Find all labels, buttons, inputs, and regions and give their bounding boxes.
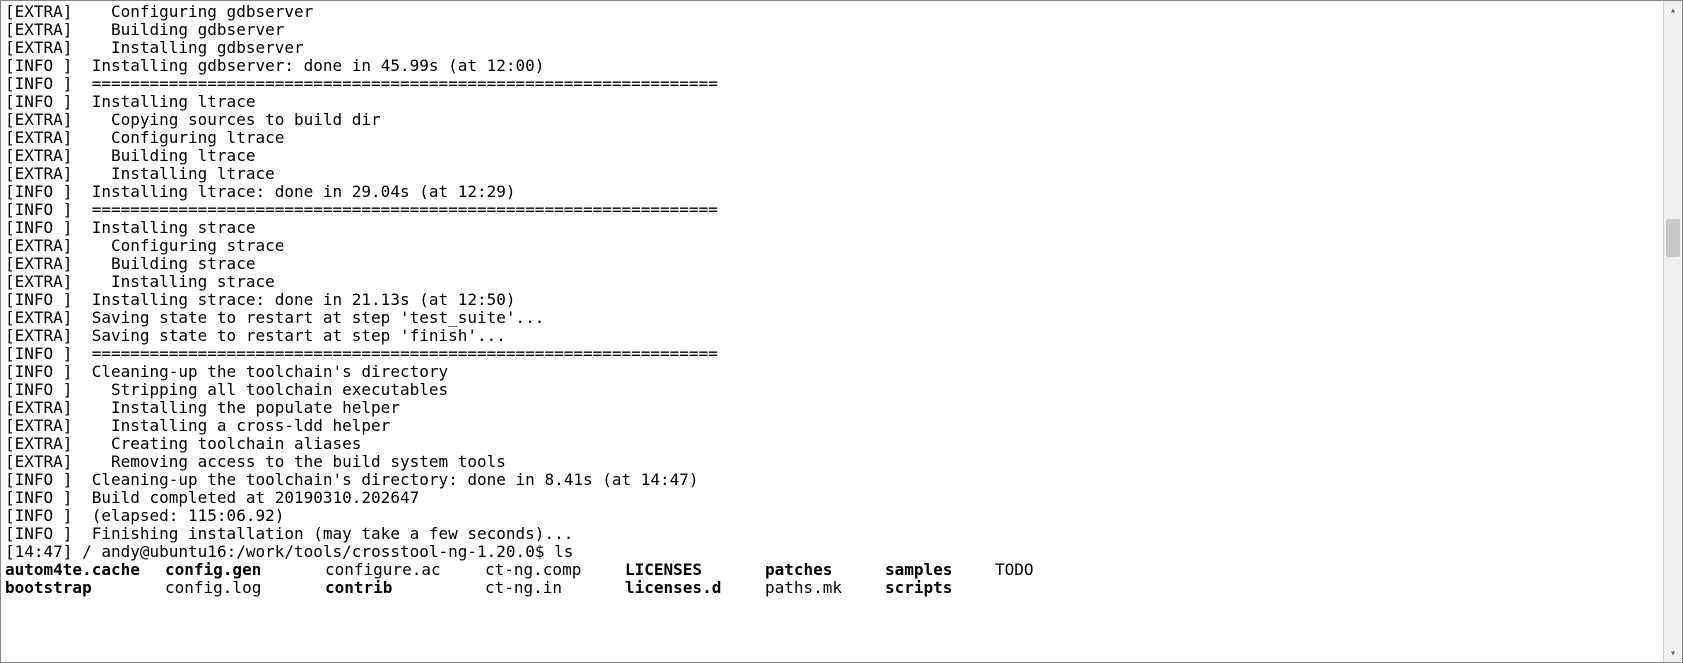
log-line: [EXTRA] Saving state to restart at step … <box>5 309 1660 327</box>
ls-entry: samples <box>885 561 995 579</box>
ls-entry: paths.mk <box>765 579 885 597</box>
shell-prompt[interactable]: [14:47] / andy@ubuntu16:/work/tools/cros… <box>5 543 1660 561</box>
ls-entry: scripts <box>885 579 995 597</box>
ls-entry: ct-ng.in <box>485 579 625 597</box>
log-line: [INFO ] Installing ltrace <box>5 93 1660 111</box>
log-line: [INFO ] Cleaning-up the toolchain's dire… <box>5 471 1660 489</box>
ls-entry: config.gen <box>165 561 325 579</box>
ls-entry: TODO <box>995 561 1075 579</box>
ls-entry: bootstrap <box>5 579 165 597</box>
scroll-up-arrow-icon[interactable]: ▴ <box>1664 1 1682 19</box>
log-line: [EXTRA] Copying sources to build dir <box>5 111 1660 129</box>
prompt-time-tag: [14:47] <box>5 542 72 561</box>
terminal-output[interactable]: [EXTRA] Configuring gdbserver[EXTRA] Bui… <box>1 1 1664 662</box>
scrollbar-thumb[interactable] <box>1666 219 1680 257</box>
prompt-user-host-path: andy@ubuntu16:/work/tools/crosstool-ng-1… <box>101 542 544 561</box>
log-line: [INFO ] Installing strace <box>5 219 1660 237</box>
log-line: [INFO ] (elapsed: 115:06.92) <box>5 507 1660 525</box>
ls-entry: autom4te.cache <box>5 561 165 579</box>
ls-entry: patches <box>765 561 885 579</box>
log-line: [EXTRA] Saving state to restart at step … <box>5 327 1660 345</box>
log-line: [EXTRA] Configuring ltrace <box>5 129 1660 147</box>
ls-entry: licenses.d <box>625 579 765 597</box>
ls-entry: configure.ac <box>325 561 485 579</box>
log-line: [EXTRA] Installing gdbserver <box>5 39 1660 57</box>
log-line: [EXTRA] Creating toolchain aliases <box>5 435 1660 453</box>
ls-entry <box>995 579 1075 597</box>
log-line: [INFO ] ================================… <box>5 75 1660 93</box>
log-line: [INFO ] Installing gdbserver: done in 45… <box>5 57 1660 75</box>
log-line: [INFO ] Build completed at 20190310.2026… <box>5 489 1660 507</box>
log-line: [EXTRA] Configuring strace <box>5 237 1660 255</box>
log-line: [INFO ] Installing strace: done in 21.13… <box>5 291 1660 309</box>
ls-output-row: bootstrapconfig.logcontribct-ng.inlicens… <box>5 579 1660 597</box>
terminal-window: [EXTRA] Configuring gdbserver[EXTRA] Bui… <box>0 0 1683 663</box>
ls-entry: config.log <box>165 579 325 597</box>
log-line: [INFO ] ================================… <box>5 345 1660 363</box>
log-line: [INFO ] Stripping all toolchain executab… <box>5 381 1660 399</box>
log-line: [EXTRA] Installing the populate helper <box>5 399 1660 417</box>
ls-output-row: autom4te.cacheconfig.genconfigure.acct-n… <box>5 561 1660 579</box>
log-line: [EXTRA] Configuring gdbserver <box>5 3 1660 21</box>
vertical-scrollbar[interactable]: ▴ ▾ <box>1663 1 1682 662</box>
log-line: [EXTRA] Building gdbserver <box>5 21 1660 39</box>
log-line: [EXTRA] Building strace <box>5 255 1660 273</box>
prompt-separator: / <box>72 542 101 561</box>
ls-entry: ct-ng.comp <box>485 561 625 579</box>
log-line: [EXTRA] Building ltrace <box>5 147 1660 165</box>
ls-entry: contrib <box>325 579 485 597</box>
log-line: [INFO ] Finishing installation (may take… <box>5 525 1660 543</box>
log-line: [EXTRA] Installing ltrace <box>5 165 1660 183</box>
log-line: [INFO ] Installing ltrace: done in 29.04… <box>5 183 1660 201</box>
log-line: [INFO ] ================================… <box>5 201 1660 219</box>
log-line: [EXTRA] Installing strace <box>5 273 1660 291</box>
scroll-down-arrow-icon[interactable]: ▾ <box>1664 644 1682 662</box>
prompt-command: ls <box>544 542 573 561</box>
ls-entry: LICENSES <box>625 561 765 579</box>
log-line: [EXTRA] Installing a cross-ldd helper <box>5 417 1660 435</box>
log-line: [INFO ] Cleaning-up the toolchain's dire… <box>5 363 1660 381</box>
log-line: [EXTRA] Removing access to the build sys… <box>5 453 1660 471</box>
